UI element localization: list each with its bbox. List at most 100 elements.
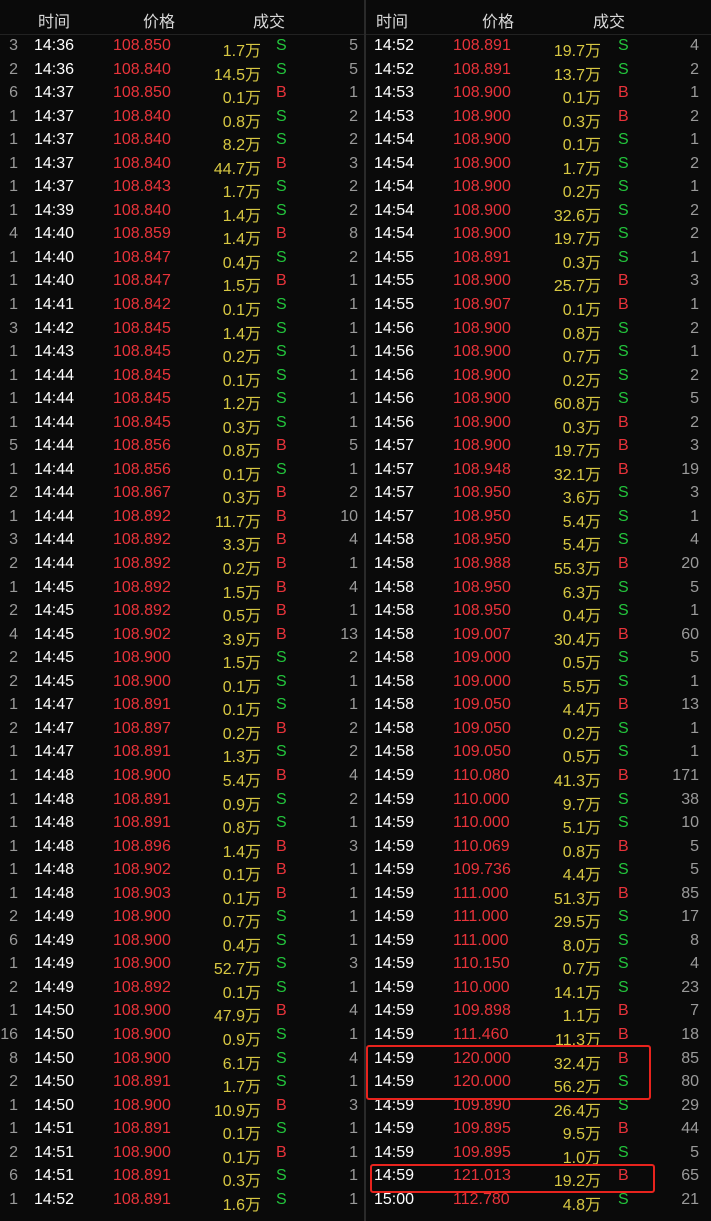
table-row[interactable]: 14:59 110.000 14.1万 S 23	[366, 976, 711, 1002]
table-row[interactable]: 2 14:45 108.900 0.1万 S 1	[0, 670, 364, 696]
table-row[interactable]: 14:59 110.150 0.7万 S 4	[366, 952, 711, 978]
table-row[interactable]: 14:57 108.950 3.6万 S 3	[366, 481, 711, 507]
table-row[interactable]: 14:56 108.900 0.7万 S 1	[366, 340, 711, 366]
table-row[interactable]: 14:58 109.007 30.4万 B 60	[366, 623, 711, 649]
table-row[interactable]: 1 14:43 108.845 0.2万 S 1	[0, 340, 364, 366]
table-row[interactable]: 14:59 111.000 29.5万 S 17	[366, 905, 711, 931]
table-row[interactable]: 2 14:50 108.891 1.7万 S 1	[0, 1070, 364, 1096]
table-row[interactable]: 14:58 108.950 6.3万 S 5	[366, 576, 711, 602]
table-row[interactable]: 1 14:37 108.840 8.2万 S 2	[0, 128, 364, 154]
table-row[interactable]: 14:52 108.891 13.7万 S 2	[366, 58, 711, 84]
table-row[interactable]: 1 14:44 108.892 11.7万 B 10	[0, 505, 364, 531]
table-row[interactable]: 14:57 108.950 5.4万 S 1	[366, 505, 711, 531]
table-row[interactable]: 14:58 108.988 55.3万 B 20	[366, 552, 711, 578]
table-row[interactable]: 14:58 109.000 5.5万 S 1	[366, 670, 711, 696]
table-row[interactable]: 14:59 111.000 8.0万 S 8	[366, 929, 711, 955]
table-row[interactable]: 14:59 110.000 5.1万 S 10	[366, 811, 711, 837]
table-row[interactable]: 1 14:49 108.900 52.7万 S 3	[0, 952, 364, 978]
table-row[interactable]: 1 14:48 108.891 0.9万 S 2	[0, 788, 364, 814]
table-row[interactable]: 14:58 109.050 0.5万 S 1	[366, 740, 711, 766]
trade-count: 1	[9, 1002, 18, 1020]
table-row[interactable]: 2 14:44 108.867 0.3万 B 2	[0, 481, 364, 507]
table-row[interactable]: 1 14:40 108.847 1.5万 B 1	[0, 269, 364, 295]
table-row[interactable]: 4 14:45 108.902 3.9万 B 13	[0, 623, 364, 649]
table-row[interactable]: 1 14:47 108.891 1.3万 S 2	[0, 740, 364, 766]
table-row[interactable]: 14:54 108.900 19.7万 S 2	[366, 222, 711, 248]
table-row[interactable]: 14:59 110.000 9.7万 S 38	[366, 788, 711, 814]
table-row[interactable]: 3 14:44 108.892 3.3万 B 4	[0, 528, 364, 554]
table-row[interactable]: 14:54 108.900 0.2万 S 1	[366, 175, 711, 201]
table-row[interactable]: 4 14:40 108.859 1.4万 B 8	[0, 222, 364, 248]
table-row[interactable]: 14:59 110.080 41.3万 B 171	[366, 764, 711, 790]
table-row[interactable]: 14:54 108.900 1.7万 S 2	[366, 152, 711, 178]
table-row[interactable]: 14:57 108.900 19.7万 B 3	[366, 434, 711, 460]
table-row[interactable]: 14:58 108.950 0.4万 S 1	[366, 599, 711, 625]
table-row[interactable]: 14:53 108.900 0.1万 B 1	[366, 81, 711, 107]
table-row[interactable]: 14:57 108.948 32.1万 B 19	[366, 458, 711, 484]
table-row[interactable]: 2 14:51 108.900 0.1万 B 1	[0, 1141, 364, 1167]
table-row[interactable]: 1 14:44 108.845 0.1万 S 1	[0, 364, 364, 390]
table-row[interactable]: 14:53 108.900 0.3万 B 2	[366, 105, 711, 131]
table-row[interactable]: 1 14:39 108.840 1.4万 S 2	[0, 199, 364, 225]
table-row[interactable]: 14:58 108.950 5.4万 S 4	[366, 528, 711, 554]
table-row[interactable]: 1 14:48 108.896 1.4万 B 3	[0, 835, 364, 861]
table-row[interactable]: 1 14:47 108.891 0.1万 S 1	[0, 693, 364, 719]
table-row[interactable]: 1 14:50 108.900 10.9万 B 3	[0, 1094, 364, 1120]
table-row[interactable]: 5 14:44 108.856 0.8万 B 5	[0, 434, 364, 460]
table-row[interactable]: 14:58 109.000 0.5万 S 5	[366, 646, 711, 672]
table-row[interactable]: 1 14:50 108.900 47.9万 B 4	[0, 999, 364, 1025]
table-row[interactable]: 2 14:45 108.892 0.5万 B 1	[0, 599, 364, 625]
table-row[interactable]: 14:56 108.900 60.8万 S 5	[366, 387, 711, 413]
table-row[interactable]: 2 14:44 108.892 0.2万 B 1	[0, 552, 364, 578]
table-row[interactable]: 14:59 111.460 11.3万 B 18	[366, 1023, 711, 1049]
table-row[interactable]: 14:56 108.900 0.8万 S 2	[366, 317, 711, 343]
trade-price: 109.736	[453, 861, 511, 879]
table-row[interactable]: 1 14:44 108.856 0.1万 S 1	[0, 458, 364, 484]
table-row[interactable]: 14:54 108.900 32.6万 S 2	[366, 199, 711, 225]
table-row[interactable]: 1 14:45 108.892 1.5万 B 4	[0, 576, 364, 602]
table-row[interactable]: 14:59 109.895 9.5万 B 44	[366, 1117, 711, 1143]
table-row[interactable]: 14:58 109.050 4.4万 B 13	[366, 693, 711, 719]
table-row[interactable]: 2 14:49 108.892 0.1万 S 1	[0, 976, 364, 1002]
table-row[interactable]: 14:59 111.000 51.3万 B 85	[366, 882, 711, 908]
table-row[interactable]: 1 14:37 108.843 1.7万 S 2	[0, 175, 364, 201]
table-row[interactable]: 14:59 109.736 4.4万 S 5	[366, 858, 711, 884]
trade-price: 112.780	[453, 1190, 510, 1208]
table-row[interactable]: 16 14:50 108.900 0.9万 S 1	[0, 1023, 364, 1049]
table-row[interactable]: 14:59 109.895 1.0万 S 5	[366, 1141, 711, 1167]
table-row[interactable]: 2 14:49 108.900 0.7万 S 1	[0, 905, 364, 931]
trade-direction: S	[276, 1120, 287, 1138]
table-row[interactable]: 14:55 108.907 0.1万 B 1	[366, 293, 711, 319]
table-row[interactable]: 14:59 109.898 1.1万 B 7	[366, 999, 711, 1025]
table-row[interactable]: 1 14:41 108.842 0.1万 S 1	[0, 293, 364, 319]
table-row[interactable]: 1 14:40 108.847 0.4万 S 2	[0, 246, 364, 272]
table-row[interactable]: 1 14:48 108.903 0.1万 B 1	[0, 882, 364, 908]
table-row[interactable]: 6 14:37 108.850 0.1万 B 1	[0, 81, 364, 107]
table-row[interactable]: 6 14:49 108.900 0.4万 S 1	[0, 929, 364, 955]
table-row[interactable]: 1 14:48 108.900 5.4万 B 4	[0, 764, 364, 790]
table-row[interactable]: 1 14:44 108.845 1.2万 S 1	[0, 387, 364, 413]
table-row[interactable]: 1 14:44 108.845 0.3万 S 1	[0, 411, 364, 437]
table-row[interactable]: 14:58 109.050 0.2万 S 1	[366, 717, 711, 743]
trade-direction: S	[276, 743, 287, 761]
table-row[interactable]: 1 14:48 108.902 0.1万 B 1	[0, 858, 364, 884]
table-row[interactable]: 2 14:36 108.840 14.5万 S 5	[0, 58, 364, 84]
table-row[interactable]: 2 14:47 108.897 0.2万 B 2	[0, 717, 364, 743]
table-row[interactable]: 1 14:37 108.840 44.7万 B 3	[0, 152, 364, 178]
table-row[interactable]: 3 14:42 108.845 1.4万 S 1	[0, 317, 364, 343]
table-row[interactable]: 14:59 110.069 0.8万 B 5	[366, 835, 711, 861]
table-row[interactable]: 1 14:51 108.891 0.1万 S 1	[0, 1117, 364, 1143]
table-row[interactable]: 14:54 108.900 0.1万 S 1	[366, 128, 711, 154]
table-row[interactable]: 1 14:48 108.891 0.8万 S 1	[0, 811, 364, 837]
table-row[interactable]: 8 14:50 108.900 6.1万 S 4	[0, 1047, 364, 1073]
table-row[interactable]: 3 14:36 108.850 1.7万 S 5	[0, 34, 364, 60]
table-row[interactable]: 6 14:51 108.891 0.3万 S 1	[0, 1164, 364, 1190]
table-row[interactable]: 2 14:45 108.900 1.5万 S 2	[0, 646, 364, 672]
table-row[interactable]: 14:56 108.900 0.3万 B 2	[366, 411, 711, 437]
table-row[interactable]: 1 14:37 108.840 0.8万 S 2	[0, 105, 364, 131]
table-row[interactable]: 14:56 108.900 0.2万 S 2	[366, 364, 711, 390]
table-row[interactable]: 1 14:52 108.891 1.6万 S 1	[0, 1188, 364, 1214]
table-row[interactable]: 14:55 108.891 0.3万 S 1	[366, 246, 711, 272]
table-row[interactable]: 14:55 108.900 25.7万 B 3	[366, 269, 711, 295]
table-row[interactable]: 14:52 108.891 19.7万 S 4	[366, 34, 711, 60]
